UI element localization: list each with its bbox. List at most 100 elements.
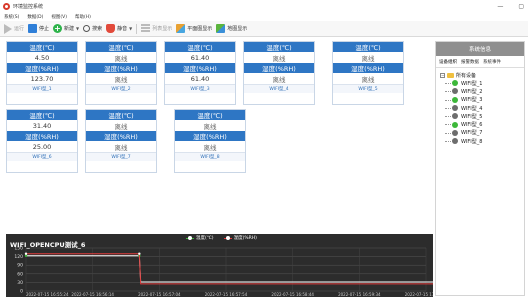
humidity-label: 湿度(%RH) bbox=[244, 63, 314, 73]
stop-icon bbox=[28, 24, 38, 33]
search-button[interactable]: 搜索 bbox=[83, 25, 102, 32]
device-card-wifi-5[interactable]: 温度(℃) 离线 湿度(%RH) 离线 WIFI型_5 bbox=[332, 41, 404, 105]
chevron-down-icon: ▼ bbox=[76, 26, 80, 31]
humidity-label: 湿度(%RH) bbox=[7, 131, 77, 141]
menu-view[interactable]: 视图(V) bbox=[51, 14, 67, 20]
app-logo-icon bbox=[3, 2, 10, 10]
tree-item[interactable]: WIFI型_1 bbox=[440, 79, 524, 87]
series-line-0 bbox=[26, 255, 433, 283]
menu-bar: 系统(S) 数据(D) 视图(V) 帮助(H) bbox=[0, 12, 528, 21]
new-button[interactable]: + 新建 ▼ bbox=[53, 24, 79, 33]
device-card-wifi-4[interactable]: 温度(℃) 离线 湿度(%RH) 离线 WIFI型_4 bbox=[243, 41, 315, 105]
tab-alarm-data[interactable]: 报警数据 bbox=[461, 59, 479, 65]
map-icon bbox=[216, 24, 226, 33]
device-name: WIFI型_6 bbox=[7, 152, 77, 161]
tree-item-label: WIFI型_3 bbox=[461, 97, 483, 104]
mute-button[interactable]: 静音 ▼ bbox=[106, 24, 132, 33]
legend-temp[interactable]: 温度(℃) bbox=[186, 235, 214, 241]
tree-item[interactable]: WIFI型_7 bbox=[440, 129, 524, 137]
humidity-label: 湿度(%RH) bbox=[86, 131, 156, 141]
humidity-value: 25.00 bbox=[7, 141, 77, 152]
device-card-wifi-1[interactable]: 温度(℃) 4.50 湿度(%RH) 123.70 WIFI型_1 bbox=[6, 41, 78, 105]
tree-item-label: WIFI型_1 bbox=[461, 80, 483, 87]
temp-value: 离线 bbox=[86, 52, 156, 63]
humidity-label: 湿度(%RH) bbox=[86, 63, 156, 73]
tree-root-label: 所有设备 bbox=[456, 72, 477, 79]
status-dot-icon bbox=[452, 138, 458, 145]
humidity-label: 湿度(%RH) bbox=[175, 131, 245, 141]
humidity-value: 离线 bbox=[333, 73, 403, 84]
device-name: WIFI型_4 bbox=[244, 84, 314, 93]
legend-swatch-temp bbox=[186, 235, 194, 240]
folder-icon bbox=[447, 72, 454, 78]
device-card-wifi-2[interactable]: 温度(℃) 离线 湿度(%RH) 离线 WIFI型_2 bbox=[85, 41, 157, 105]
window-controls: — ▢ bbox=[497, 0, 524, 12]
temp-value: 离线 bbox=[86, 120, 156, 131]
legend-humidity[interactable]: 湿度(%RH) bbox=[223, 235, 257, 241]
humidity-value: 123.70 bbox=[7, 73, 77, 84]
tree-item[interactable]: WIFI型_8 bbox=[440, 137, 524, 145]
list-view-button[interactable]: 列表显示 bbox=[141, 24, 172, 33]
mute-label: 静音 bbox=[117, 26, 128, 32]
humidity-value: 离线 bbox=[86, 141, 156, 152]
tree-root[interactable]: − 所有设备 bbox=[440, 71, 524, 79]
tab-device-org[interactable]: 设备组织 bbox=[439, 59, 457, 65]
panel-tabs: 设备组织 报警数据 系统事件 bbox=[436, 56, 524, 68]
menu-help[interactable]: 帮助(H) bbox=[75, 14, 91, 20]
map-view-button[interactable]: 地图显示 bbox=[216, 24, 247, 33]
tree-item[interactable]: WIFI型_3 bbox=[440, 96, 524, 104]
legend-swatch-humidity bbox=[223, 235, 232, 240]
temp-label: 温度(℃) bbox=[7, 42, 77, 52]
chart-panel: 0 30 60 90 120 150 2022-07-15 16:55:24 2022-07-… bbox=[6, 234, 433, 297]
y-tick-label: 60 bbox=[17, 271, 23, 277]
status-dot-icon bbox=[452, 121, 458, 128]
device-card-wifi-8[interactable]: 温度(℃) 离线 湿度(%RH) 离线 WIFI型_8 bbox=[174, 109, 246, 173]
status-dot-icon bbox=[452, 96, 458, 103]
temp-label: 温度(℃) bbox=[86, 110, 156, 120]
tree-item[interactable]: WIFI型_2 bbox=[440, 87, 524, 95]
device-name: WIFI型_5 bbox=[333, 84, 403, 93]
tree-item[interactable]: WIFI型_4 bbox=[440, 104, 524, 112]
device-card-wifi-6[interactable]: 温度(℃) 31.40 湿度(%RH) 25.00 WIFI型_6 bbox=[6, 109, 78, 173]
tree-item[interactable]: WIFI型_6 bbox=[440, 120, 524, 128]
temp-label: 温度(℃) bbox=[333, 42, 403, 52]
chart-title: WIFI_OPENCPU测试_6 bbox=[10, 241, 86, 249]
chart-legend: 温度(℃) 湿度(%RH) bbox=[186, 235, 257, 241]
collapse-icon[interactable]: − bbox=[440, 72, 445, 78]
data-point bbox=[138, 252, 141, 255]
temp-value: 61.40 bbox=[165, 52, 235, 63]
humidity-label: 湿度(%RH) bbox=[7, 63, 77, 73]
y-tick-label: 30 bbox=[17, 280, 23, 286]
bell-mute-icon bbox=[106, 24, 116, 33]
title-bar: 环境监控系统 — ▢ bbox=[0, 0, 528, 12]
status-dot-icon bbox=[452, 113, 458, 120]
tree-item[interactable]: WIFI型_5 bbox=[440, 112, 524, 120]
temp-value: 31.40 bbox=[7, 120, 77, 131]
run-label: 运行 bbox=[14, 26, 25, 32]
y-tick-label: 120 bbox=[14, 254, 23, 260]
status-dot-icon bbox=[452, 80, 458, 87]
add-icon: + bbox=[53, 24, 63, 33]
temp-value: 4.50 bbox=[7, 52, 77, 63]
run-button[interactable]: 运行 bbox=[4, 23, 25, 34]
device-name: WIFI型_3 bbox=[165, 84, 235, 93]
temp-value: 离线 bbox=[175, 120, 245, 131]
device-tree: − 所有设备 WIFI型_1 WIFI型_2 WIFI型_3 WIFI型_4 WIFI型… bbox=[436, 68, 524, 145]
status-dot-icon bbox=[452, 129, 458, 136]
tab-system-events[interactable]: 系统事件 bbox=[483, 59, 501, 65]
minimize-button[interactable]: — bbox=[497, 3, 503, 10]
x-tick-label: 2022-07-15 16:59:34 bbox=[338, 292, 381, 297]
device-card-wifi-7[interactable]: 温度(℃) 离线 湿度(%RH) 离线 WIFI型_7 bbox=[85, 109, 157, 173]
tree-item-label: WIFI型_8 bbox=[461, 138, 483, 145]
flat-view-button[interactable]: 平面图显示 bbox=[176, 24, 212, 33]
maximize-button[interactable]: ▢ bbox=[518, 3, 524, 10]
tree-item-label: WIFI型_2 bbox=[461, 88, 483, 95]
stop-button[interactable]: 停止 bbox=[28, 24, 49, 33]
legend-humidity-label: 湿度(%RH) bbox=[233, 236, 257, 241]
menu-system[interactable]: 系统(S) bbox=[4, 14, 19, 20]
tree-items: WIFI型_1 WIFI型_2 WIFI型_3 WIFI型_4 WIFI型_5 WIFI型… bbox=[440, 79, 524, 145]
device-name: WIFI型_1 bbox=[7, 84, 77, 93]
device-card-wifi-3[interactable]: 温度(℃) 61.40 湿度(%RH) 61.40 WIFI型_3 bbox=[164, 41, 236, 105]
toolbar: 运行 停止 + 新建 ▼ 搜索 静音 ▼ 列表显示 平面图显示 地图显示 bbox=[0, 21, 528, 37]
menu-data[interactable]: 数据(D) bbox=[27, 14, 43, 20]
